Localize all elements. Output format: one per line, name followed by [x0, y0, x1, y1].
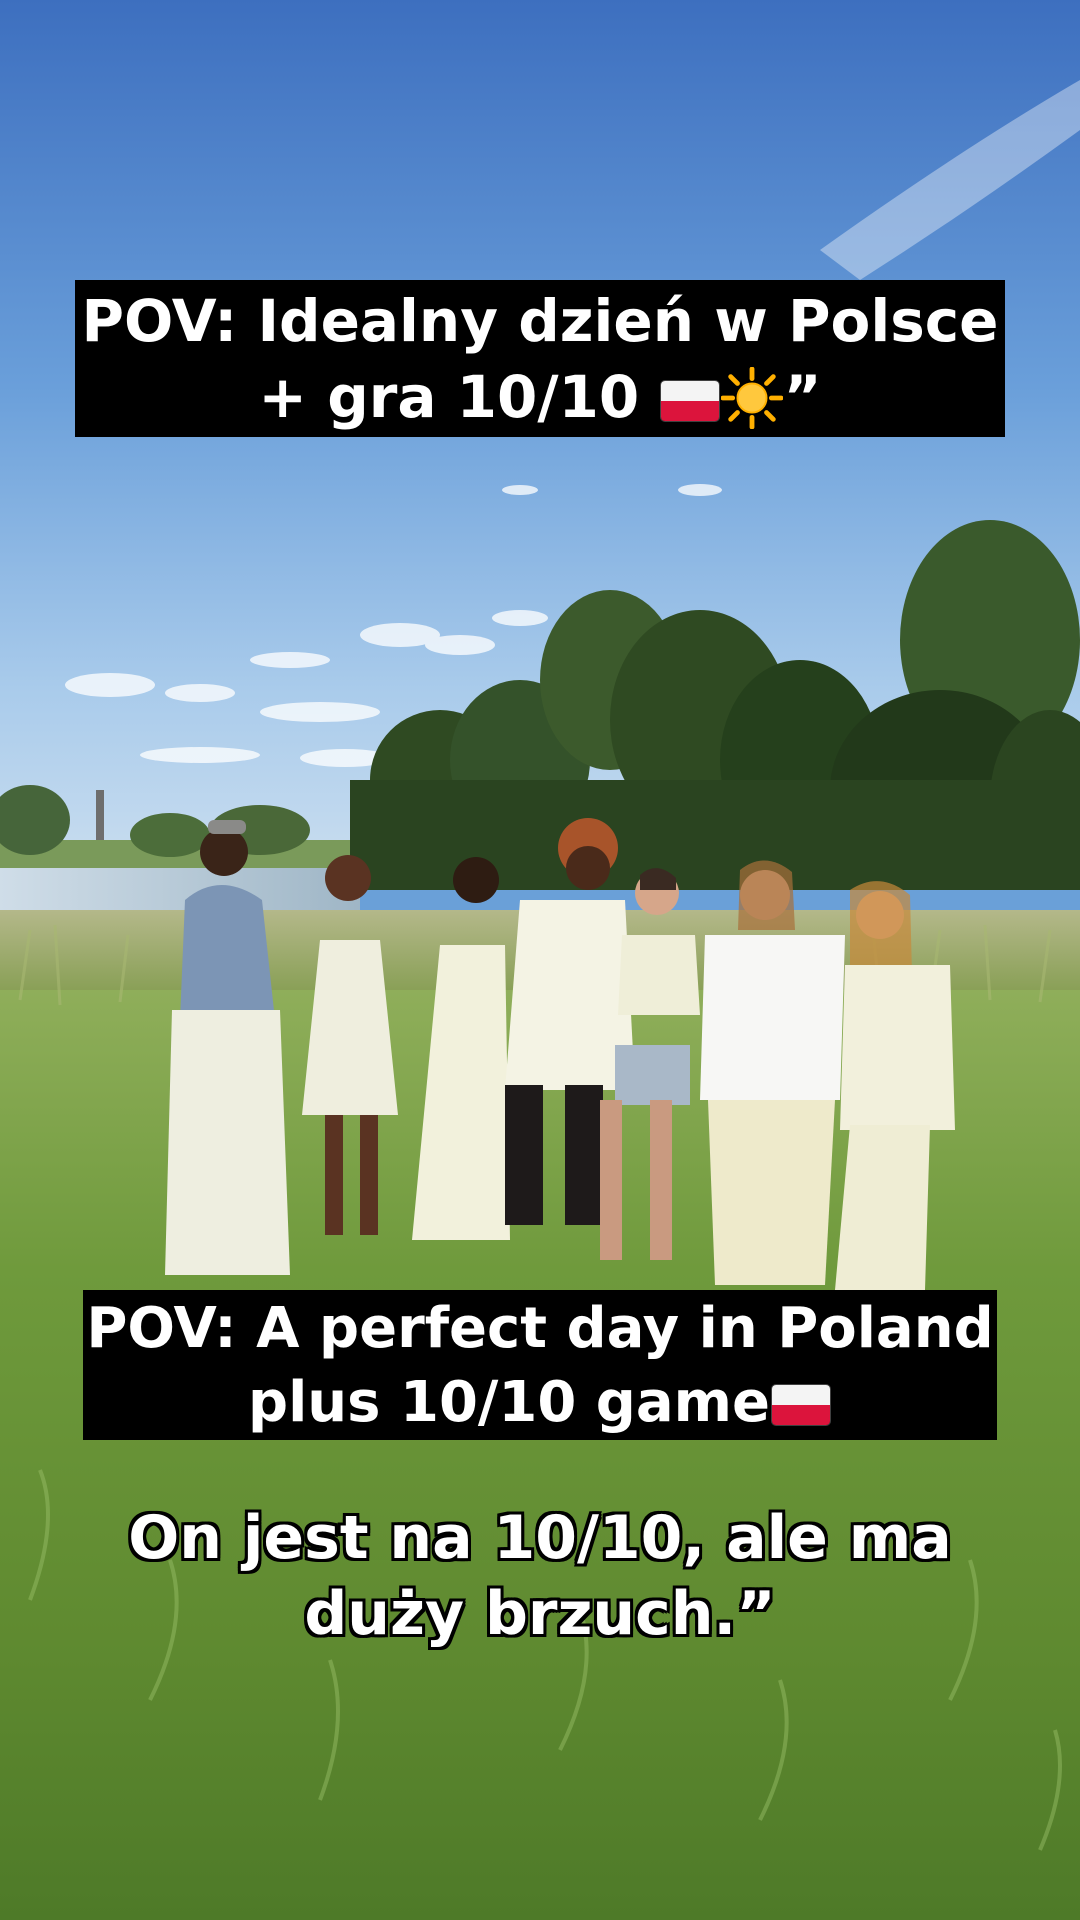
caption-top-line-1: POV: Idealny dzień w Polsce [81, 287, 999, 355]
caption-top-line-2: + gra 10/10 ” [75, 359, 1005, 435]
caption-bottom-polish: On jest na 10/10, ale ma duży brzuch.” [80, 1500, 1000, 1652]
caption-middle-line-2: plus 10/10 game [83, 1366, 997, 1440]
sun-icon [721, 367, 784, 429]
poland-flag-icon [661, 381, 720, 421]
caption-top-line-2-text: + gra 10/10 [258, 363, 640, 431]
caption-top-suffix: ” [783, 363, 822, 431]
caption-middle-line-1: POV: A perfect day in Poland [86, 1296, 994, 1361]
caption-middle-line-2-text: plus 10/10 game [248, 1370, 770, 1435]
caption-bottom-line-2: duży brzuch.” [304, 1579, 776, 1649]
caption-bottom-line-1: On jest na 10/10, ale ma [128, 1503, 952, 1573]
caption-top-polish: POV: Idealny dzień w Polsce + gra 10/10 … [75, 280, 1005, 437]
poland-flag-icon [772, 1385, 830, 1425]
caption-middle-english: POV: A perfect day in Poland plus 10/10 … [83, 1290, 997, 1440]
